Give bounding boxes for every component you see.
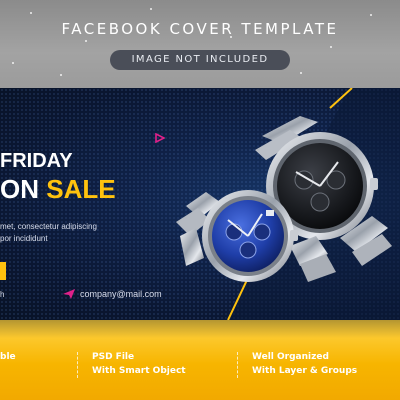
- sparkle: [12, 62, 14, 64]
- watches-image: [176, 116, 392, 282]
- feature-3: Well Organized With Layer & Groups: [252, 350, 357, 378]
- sparkle: [300, 72, 302, 74]
- sparkle: [60, 74, 62, 76]
- feature-2: PSD File With Smart Object: [92, 350, 186, 378]
- divider: [77, 352, 79, 378]
- divider: [237, 352, 239, 378]
- feature-3-line2: With Layer & Groups: [252, 366, 358, 376]
- cover-banner: FRIDAY ON SALE met, consectetur adipisci…: [0, 88, 400, 320]
- features-strip: ble PSD File With Smart Object Well Orga…: [0, 320, 400, 400]
- sparkle: [330, 46, 332, 48]
- feature-1: ble: [0, 350, 16, 364]
- feature-2-line1: PSD File: [92, 352, 135, 362]
- image-not-included-badge: IMAGE NOT INCLUDED: [110, 50, 290, 70]
- sparkle: [370, 14, 372, 16]
- page-title: FACEBOOK COVER TEMPLATE: [61, 20, 339, 38]
- sparkle: [30, 12, 32, 14]
- feature-2-line2: With Smart Object: [92, 366, 186, 376]
- strip-shadow: [0, 320, 400, 338]
- preview-header: FACEBOOK COVER TEMPLATE IMAGE NOT INCLUD…: [0, 0, 400, 88]
- sparkle: [150, 8, 152, 10]
- feature-1-line2: ble: [0, 352, 16, 362]
- feature-3-line1: Well Organized: [252, 352, 329, 362]
- sparkle: [85, 40, 87, 42]
